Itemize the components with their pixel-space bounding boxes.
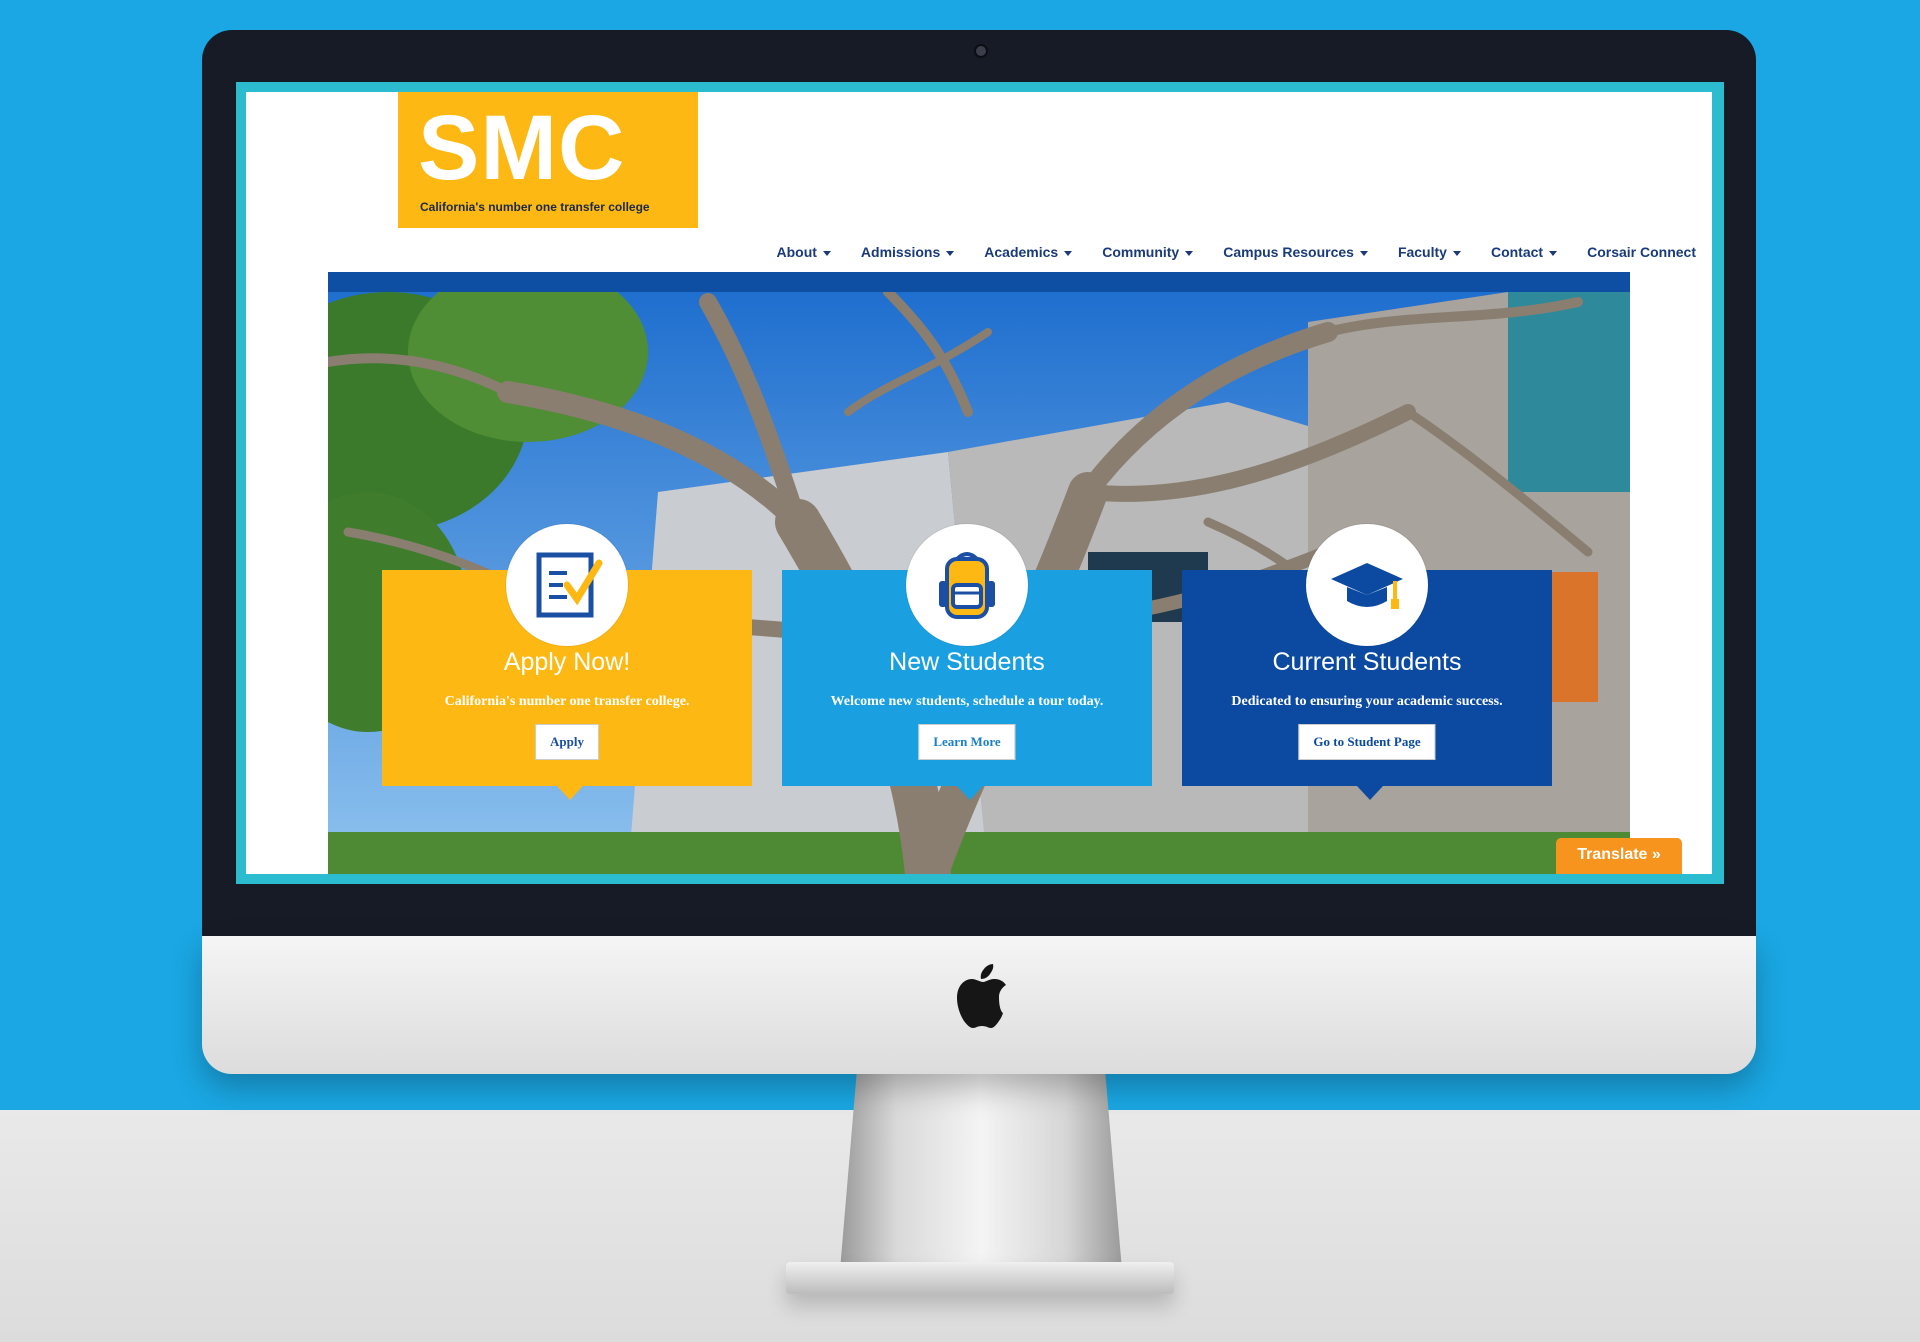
caret-down-icon <box>1549 250 1558 256</box>
imac-stand <box>840 1070 1122 1270</box>
apple-logo-icon <box>957 964 1006 1028</box>
card-pointer <box>957 786 983 800</box>
caret-down-icon <box>1359 250 1368 256</box>
caret-down-icon <box>1064 250 1073 256</box>
imac-monitor: SMC California's number one transfer col… <box>202 30 1756 1074</box>
caret-down-icon <box>1185 250 1194 256</box>
card-pointer <box>1357 786 1383 800</box>
graduation-cap-icon <box>1306 524 1428 646</box>
caret-down-icon <box>946 250 955 256</box>
application-checklist-icon <box>506 524 628 646</box>
nav-contact[interactable]: Contact <box>1491 244 1558 260</box>
learn-more-button[interactable]: Learn More <box>918 724 1016 760</box>
webpage: SMC California's number one transfer col… <box>246 92 1712 874</box>
go-to-student-page-button[interactable]: Go to Student Page <box>1298 724 1436 760</box>
logo-text: SMC <box>418 97 626 199</box>
main-nav: About Admissions Academics Community Cam… <box>716 238 1696 266</box>
nav-about[interactable]: About <box>776 244 831 260</box>
screen: SMC California's number one transfer col… <box>236 82 1724 884</box>
card-title: Apply Now! <box>503 648 631 676</box>
nav-corsair-connect[interactable]: Corsair Connect <box>1587 244 1696 260</box>
card-description: Welcome new students, schedule a tour to… <box>830 694 1104 709</box>
caret-down-icon <box>1452 250 1461 256</box>
screen-bezel: SMC California's number one transfer col… <box>202 30 1756 936</box>
card-title: New Students <box>889 648 1045 676</box>
camera-icon <box>974 44 988 58</box>
backpack-icon <box>906 524 1028 646</box>
logo-tagline: California's number one transfer college <box>420 200 650 214</box>
nav-admissions[interactable]: Admissions <box>861 244 955 260</box>
nav-community[interactable]: Community <box>1102 244 1194 260</box>
apply-button[interactable]: Apply <box>535 724 599 760</box>
smc-logo[interactable]: SMC California's number one transfer col… <box>398 92 698 228</box>
nav-academics[interactable]: Academics <box>984 244 1073 260</box>
nav-campus-resources[interactable]: Campus Resources <box>1223 244 1368 260</box>
card-pointer <box>557 786 583 800</box>
header-divider <box>328 272 1630 292</box>
card-title: Current Students <box>1272 648 1462 676</box>
translate-button[interactable]: Translate » <box>1556 838 1682 874</box>
card-description: California's number one transfer college… <box>444 694 690 709</box>
imac-stand-base <box>786 1262 1174 1294</box>
caret-down-icon <box>822 250 831 256</box>
card-description: Dedicated to ensuring your academic succ… <box>1231 694 1503 709</box>
nav-faculty[interactable]: Faculty <box>1398 244 1461 260</box>
